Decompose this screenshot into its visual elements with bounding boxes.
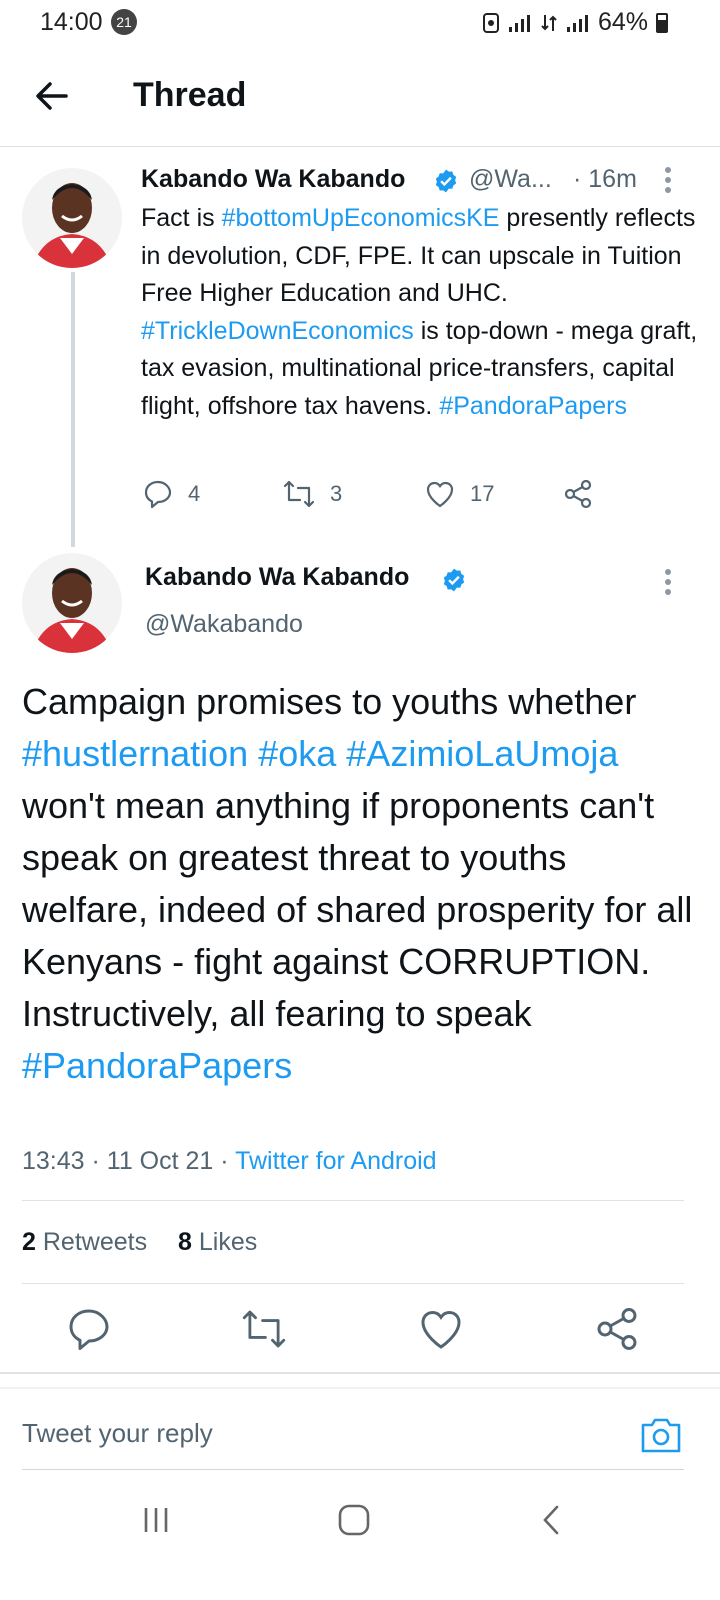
tweet-text-segment: Campaign promises to youths whether — [22, 681, 637, 722]
more-options-icon[interactable] — [664, 568, 672, 596]
author-name[interactable]: Kabando Wa Kabando — [145, 563, 409, 592]
tweet-timestamp: 13:43 · 11 Oct 21 · — [22, 1147, 236, 1175]
reply-icon[interactable] — [65, 1305, 113, 1353]
tweet-text-segment — [248, 733, 258, 774]
hashtag-link[interactable]: #hustlernation — [22, 733, 248, 774]
battery-icon — [656, 12, 668, 33]
reply-box-divider — [0, 1372, 720, 1374]
arrow-left-icon[interactable] — [30, 74, 74, 118]
hashtag-link[interactable]: #oka — [258, 733, 336, 774]
retweet-icon — [283, 480, 315, 508]
like-button[interactable]: 17 — [424, 478, 494, 510]
reply-box-top-border — [0, 1387, 720, 1389]
hashtag-link[interactable]: #bottomUpEconomicsKE — [222, 204, 500, 232]
author-handle[interactable]: @Wakabando — [145, 610, 303, 639]
tweet-text-segment — [336, 733, 346, 774]
retweets-label: Retweets — [42, 1228, 148, 1256]
notification-count-badge: 21 — [111, 9, 137, 35]
hashtag-link[interactable]: #PandoraPapers — [439, 392, 627, 420]
likes-stat[interactable]: 8 Likes — [178, 1228, 257, 1256]
retweet-icon[interactable] — [240, 1305, 288, 1353]
battery-percent: 64% — [597, 8, 648, 36]
author-name[interactable]: Kabando Wa Kabando — [141, 165, 405, 194]
verified-badge-icon — [435, 169, 457, 193]
author-handle[interactable]: @Wa... — [469, 165, 552, 194]
header-divider — [0, 146, 720, 147]
retweet-count: 3 — [330, 481, 343, 506]
tweet-text-segment: Fact is — [141, 204, 222, 232]
camera-icon[interactable] — [638, 1412, 684, 1458]
retweet-total: 2 — [22, 1228, 36, 1256]
thread-connector-line — [71, 272, 75, 547]
back-nav-icon[interactable] — [532, 1500, 572, 1540]
hashtag-link[interactable]: #TrickleDownEconomics — [141, 317, 414, 345]
heart-icon — [426, 481, 454, 508]
profile-photo-icon — [22, 168, 122, 268]
likes-label: Likes — [198, 1228, 258, 1256]
home-icon[interactable] — [334, 1500, 374, 1540]
engagement-stats: 2 Retweets 8 Likes — [22, 1228, 257, 1257]
status-icons: 64% — [482, 8, 668, 37]
retweet-button[interactable]: 3 — [282, 478, 342, 510]
tweet-meta: 13:43 · 11 Oct 21 · Twitter for Android — [22, 1147, 437, 1176]
tweet-source-link[interactable]: Twitter for Android — [235, 1147, 436, 1175]
tweet-time: · 16m — [573, 165, 637, 193]
reply-input-underline — [22, 1469, 684, 1470]
page-title: Thread — [133, 76, 247, 114]
reply-icon — [144, 480, 172, 509]
stats-divider — [22, 1200, 684, 1201]
tweet-text: Campaign promises to youths whether #hus… — [22, 676, 702, 1092]
share-icon[interactable] — [593, 1305, 641, 1353]
reply-count: 4 — [188, 481, 201, 506]
retweets-stat[interactable]: 2 Retweets — [22, 1228, 147, 1256]
share-button[interactable] — [562, 478, 594, 510]
like-total: 8 — [178, 1228, 192, 1256]
data-saver-icon — [482, 12, 499, 33]
profile-photo-icon — [22, 553, 122, 653]
tweet-text: Fact is #bottomUpEconomicsKE presently r… — [141, 200, 701, 425]
like-count: 17 — [470, 481, 495, 506]
signal-icon — [508, 14, 530, 32]
hashtag-link[interactable]: #AzimioLaUmoja — [346, 733, 618, 774]
more-options-icon[interactable] — [664, 166, 672, 194]
data-transfer-icon — [541, 14, 557, 31]
avatar[interactable] — [22, 168, 122, 268]
tweet-text-segment: won't mean anything if proponents can't … — [22, 785, 693, 1034]
verified-badge-icon — [443, 568, 465, 592]
avatar[interactable] — [22, 553, 122, 653]
heart-icon[interactable] — [417, 1305, 465, 1353]
actions-divider — [22, 1283, 684, 1284]
status-time: 14:00 — [40, 8, 103, 36]
reply-input[interactable]: Tweet your reply — [22, 1418, 213, 1449]
signal-icon — [566, 14, 588, 32]
share-icon — [564, 479, 592, 509]
reply-button[interactable]: 4 — [142, 478, 200, 510]
recent-apps-icon[interactable] — [136, 1500, 176, 1540]
hashtag-link[interactable]: #PandoraPapers — [22, 1045, 292, 1086]
